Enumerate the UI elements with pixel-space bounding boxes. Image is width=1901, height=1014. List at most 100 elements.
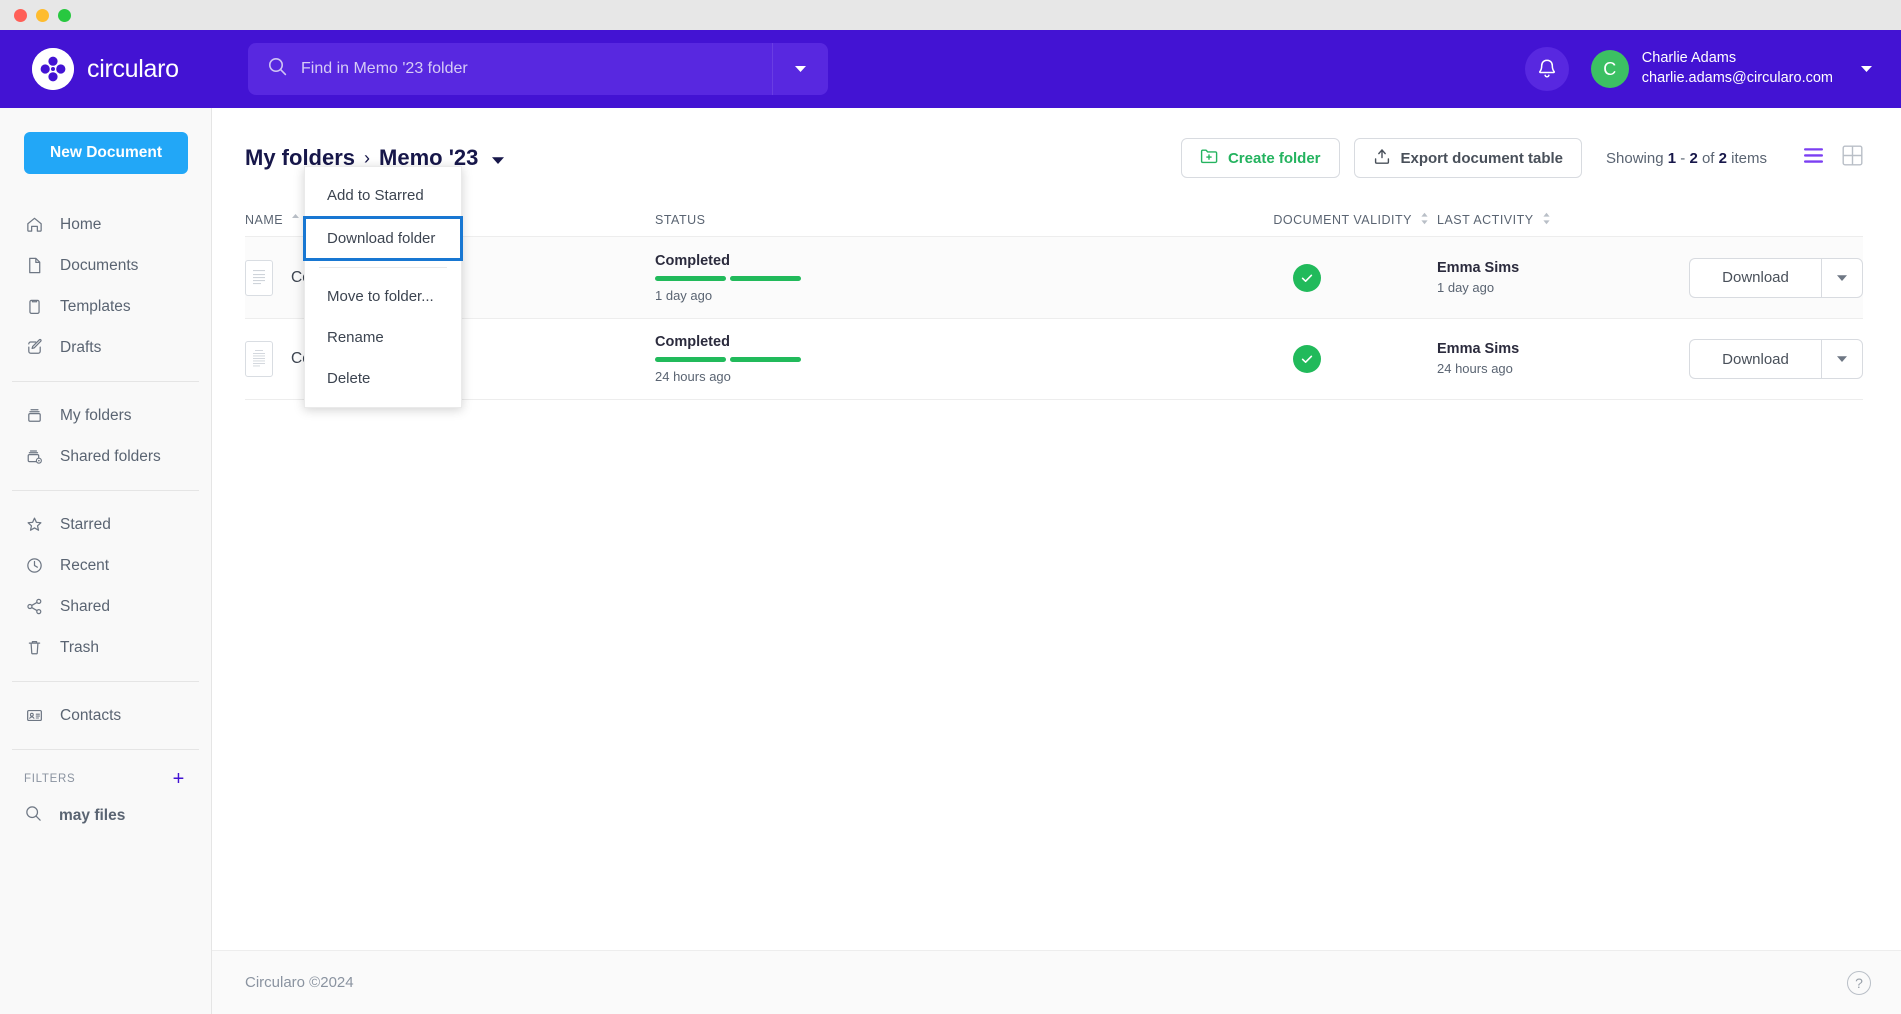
- contact-card-icon: [24, 706, 44, 726]
- showing-count: Showing 1 - 2 of 2 items: [1606, 150, 1767, 167]
- new-document-button[interactable]: New Document: [24, 132, 188, 174]
- sidebar-filter-label: may files: [59, 807, 125, 825]
- sidebar-item-documents[interactable]: Documents: [0, 245, 211, 286]
- table-header-status-label: STATUS: [655, 213, 705, 227]
- view-toggle: [1803, 145, 1863, 171]
- table-header-name-label: NAME: [245, 213, 283, 227]
- home-icon: [24, 215, 44, 235]
- row-actions-cell: Download: [1667, 339, 1863, 379]
- row-status-label: Completed: [655, 253, 1185, 269]
- sidebar-item-starred[interactable]: Starred: [0, 504, 211, 545]
- sidebar-item-trash[interactable]: Trash: [0, 627, 211, 668]
- context-menu-divider: [319, 267, 447, 268]
- brand-logo[interactable]: circularo: [0, 48, 212, 90]
- pdf-file-icon: [245, 260, 273, 296]
- download-button-group: Download: [1689, 258, 1863, 298]
- sidebar-item-my-folders[interactable]: My folders: [0, 395, 211, 436]
- row-status-progress: [655, 276, 1185, 281]
- sidebar-divider: [12, 681, 199, 682]
- folder-context-menu: Add to Starred Download folder Move to f…: [304, 166, 462, 408]
- row-activity-time: 24 hours ago: [1437, 360, 1667, 379]
- sidebar-item-label: Recent: [60, 557, 109, 575]
- edit-square-icon: [24, 338, 44, 358]
- row-activity-user: Emma Sims: [1437, 339, 1667, 360]
- topbar-right-cluster: C Charlie Adams charlie.adams@circularo.…: [1525, 30, 1873, 108]
- table-header-document-validity[interactable]: DOCUMENT VALIDITY: [1185, 212, 1437, 228]
- sidebar-item-label: Shared folders: [60, 448, 161, 466]
- search-icon: [24, 804, 43, 828]
- caret-down-icon: [1836, 355, 1848, 363]
- user-name: Charlie Adams: [1642, 49, 1833, 69]
- download-options-button[interactable]: [1821, 339, 1863, 379]
- user-menu[interactable]: C Charlie Adams charlie.adams@circularo.…: [1591, 49, 1873, 88]
- search-scope-dropdown[interactable]: [772, 43, 828, 95]
- grid-view-icon[interactable]: [1842, 145, 1863, 171]
- progress-segment: [655, 276, 726, 281]
- sidebar-item-label: Contacts: [60, 707, 121, 725]
- clock-icon: [24, 556, 44, 576]
- row-actions-cell: Download: [1667, 258, 1863, 298]
- main-panel: My folders › Memo '23: [212, 108, 1901, 1014]
- caret-down-icon: [1836, 274, 1848, 282]
- window-maximize-button[interactable]: [58, 9, 71, 22]
- list-view-icon[interactable]: [1803, 147, 1824, 169]
- global-search[interactable]: [248, 43, 828, 95]
- context-menu-item-delete[interactable]: Delete: [305, 358, 461, 399]
- sidebar-filter-may-files[interactable]: may files: [0, 795, 211, 836]
- showing-dash: -: [1680, 150, 1685, 167]
- table-header-last-activity[interactable]: LAST ACTIVITY: [1437, 212, 1667, 228]
- sidebar-item-label: Shared: [60, 598, 110, 616]
- row-activity-cell: Emma Sims 1 day ago: [1437, 258, 1667, 298]
- user-identity: Charlie Adams charlie.adams@circularo.co…: [1642, 49, 1833, 88]
- export-document-table-label: Export document table: [1401, 150, 1564, 167]
- showing-prefix: Showing: [1606, 150, 1664, 167]
- sidebar-item-home[interactable]: Home: [0, 204, 211, 245]
- table-row[interactable]: Compe.pdf Completed 1 day ago: [245, 236, 1863, 318]
- sidebar-item-drafts[interactable]: Drafts: [0, 327, 211, 368]
- row-activity-user: Emma Sims: [1437, 258, 1667, 279]
- user-menu-chevron-down-icon[interactable]: [1860, 60, 1873, 78]
- document-icon: [24, 256, 44, 276]
- search-icon: [268, 57, 287, 81]
- filters-header: FILTERS +: [0, 763, 211, 795]
- sidebar-item-label: Documents: [60, 257, 138, 275]
- plus-icon[interactable]: +: [173, 769, 185, 789]
- context-menu-item-move-to-folder[interactable]: Move to folder...: [305, 276, 461, 317]
- showing-range-end: 2: [1689, 150, 1697, 167]
- table-header-validity-label: DOCUMENT VALIDITY: [1273, 213, 1412, 227]
- sidebar-divider: [12, 381, 199, 382]
- row-validity-cell: [1185, 345, 1437, 373]
- download-options-button[interactable]: [1821, 258, 1863, 298]
- context-menu-item-add-to-starred[interactable]: Add to Starred: [305, 175, 461, 216]
- window-close-button[interactable]: [14, 9, 27, 22]
- create-folder-button[interactable]: Create folder: [1181, 138, 1340, 178]
- help-circle-icon[interactable]: ?: [1847, 971, 1871, 995]
- download-button[interactable]: Download: [1689, 339, 1821, 379]
- sort-icon[interactable]: [1542, 212, 1551, 228]
- sidebar-item-label: Drafts: [60, 339, 101, 357]
- search-input[interactable]: [301, 43, 772, 95]
- notifications-button[interactable]: [1525, 47, 1569, 91]
- sidebar-item-contacts[interactable]: Contacts: [0, 695, 211, 736]
- shared-folders-icon: [24, 447, 44, 467]
- sidebar-item-shared[interactable]: Shared: [0, 586, 211, 627]
- sort-asc-icon[interactable]: [291, 213, 300, 228]
- chevron-down-icon: [794, 65, 807, 73]
- sidebar-item-templates[interactable]: Templates: [0, 286, 211, 327]
- sidebar-item-label: Starred: [60, 516, 111, 534]
- sidebar-divider: [12, 749, 199, 750]
- sidebar-item-recent[interactable]: Recent: [0, 545, 211, 586]
- export-document-table-button[interactable]: Export document table: [1354, 138, 1583, 178]
- context-menu-item-download-folder[interactable]: Download folder: [305, 218, 461, 259]
- row-status-cell: Completed 24 hours ago: [655, 334, 1185, 384]
- download-button[interactable]: Download: [1689, 258, 1821, 298]
- sort-icon[interactable]: [1420, 212, 1429, 228]
- sidebar-item-label: Trash: [60, 639, 99, 657]
- context-menu-item-rename[interactable]: Rename: [305, 317, 461, 358]
- app-shell: New Document Home Documents: [0, 108, 1901, 1014]
- sidebar-item-shared-folders[interactable]: Shared folders: [0, 436, 211, 477]
- table-row[interactable]: Compy.pdf Completed: [245, 318, 1863, 400]
- breadcrumb-caret-down-icon[interactable]: [491, 145, 505, 171]
- window-minimize-button[interactable]: [36, 9, 49, 22]
- page-header: My folders › Memo '23: [212, 108, 1901, 178]
